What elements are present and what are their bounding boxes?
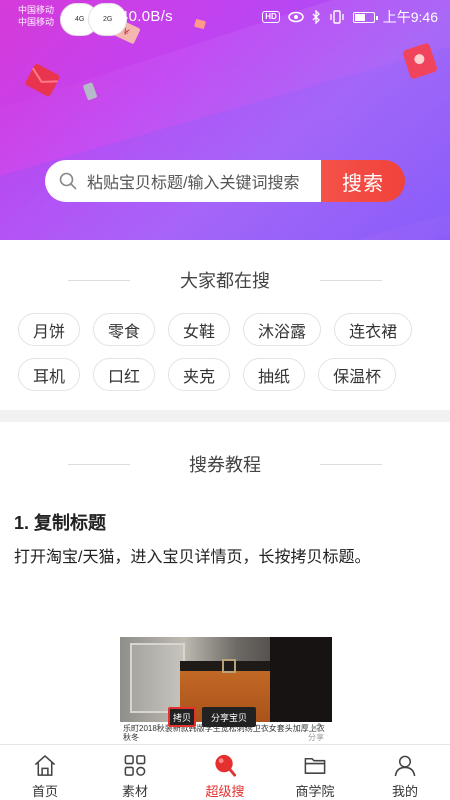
status-bar: 中国移动 中国移动 4G 2G 40.0B/s HD 上午9:46	[0, 0, 450, 36]
share-icon-label: 分享	[308, 733, 324, 742]
tab-super-search[interactable]: 超级搜	[180, 745, 270, 800]
tag-8[interactable]: 抽纸	[243, 358, 306, 391]
signal-1-icon: 4G	[60, 3, 100, 36]
tag-5[interactable]: 耳机	[18, 358, 81, 391]
tutorial-illustration: 乐町2018秋装新款韩版学生宽松刺绣卫衣女套头加厚上衣秋冬 拷贝 分享宝贝 分享	[120, 637, 332, 745]
search-bar: 粘贴宝贝标题/输入关键词搜索 搜索	[45, 160, 405, 202]
search-placeholder: 粘贴宝贝标题/输入关键词搜索	[87, 175, 300, 192]
tag-decoration	[83, 82, 97, 101]
tag-9[interactable]: 保温杯	[318, 358, 397, 391]
user-icon	[394, 755, 416, 777]
search-icon	[59, 172, 77, 190]
tab-home-label: 首页	[31, 784, 58, 799]
network-speed: 40.0B/s	[120, 8, 173, 25]
carrier-1: 中国移动	[18, 5, 55, 15]
tag-4[interactable]: 连衣裙	[334, 313, 413, 346]
header-banner: ¥	[0, 0, 450, 240]
tag-3[interactable]: 沐浴露	[243, 313, 322, 346]
tab-mine-label: 我的	[391, 784, 418, 799]
tab-mine[interactable]: 我的	[360, 745, 450, 800]
tag-0[interactable]: 月饼	[18, 313, 81, 346]
battery-icon	[352, 11, 378, 23]
popular-tags: 月饼 零食 女鞋 沐浴露 连衣裙 耳机 口红 夹克 抽纸 保温杯	[18, 313, 438, 391]
illustration-jacket	[270, 637, 332, 722]
tab-business-school-label: 商学院	[295, 784, 335, 799]
clock: 上午9:46	[382, 9, 438, 25]
tab-materials[interactable]: 素材	[90, 745, 180, 800]
popular-searches-title: 大家都在搜	[0, 267, 450, 293]
bluetooth-icon	[312, 10, 320, 24]
search-button[interactable]: 搜索	[321, 160, 405, 202]
eye-icon	[288, 11, 304, 23]
step-title: 1. 复制标题	[14, 513, 107, 533]
tab-super-search-label: 超级搜	[205, 784, 245, 799]
tutorial-title: 搜券教程	[0, 451, 450, 477]
copy-popup: 拷贝	[168, 707, 196, 727]
tab-materials-label: 素材	[121, 784, 148, 799]
tag-1[interactable]: 零食	[93, 313, 156, 346]
carrier-2: 中国移动	[18, 17, 55, 27]
hd-badge: HD	[262, 11, 280, 23]
illustration-buckle	[222, 659, 236, 673]
share-icon: 分享	[308, 723, 324, 742]
step-description: 打开淘宝/天猫，进入宝贝详情页，长按拷贝标题。	[14, 549, 371, 566]
search-input[interactable]: 粘贴宝贝标题/输入关键词搜索	[45, 160, 321, 202]
grid-icon	[124, 755, 146, 776]
folder-icon	[304, 758, 326, 774]
signal-2-icon: 2G	[88, 3, 128, 36]
share-popup: 分享宝贝	[202, 707, 256, 727]
section-divider	[0, 410, 450, 422]
vibrate-icon	[330, 10, 344, 24]
red-packet-decoration	[403, 43, 437, 79]
illustration-window	[130, 643, 185, 713]
super-search-icon	[215, 754, 237, 777]
home-icon	[34, 755, 56, 776]
tag-2[interactable]: 女鞋	[168, 313, 231, 346]
tab-home[interactable]: 首页	[0, 745, 90, 800]
tag-6[interactable]: 口红	[93, 358, 156, 391]
bottom-tab-bar: 首页 素材 超级搜 商学院 我的	[0, 744, 450, 800]
red-envelope-decoration	[25, 64, 60, 97]
tab-business-school[interactable]: 商学院	[270, 745, 360, 800]
tag-7[interactable]: 夹克	[168, 358, 231, 391]
